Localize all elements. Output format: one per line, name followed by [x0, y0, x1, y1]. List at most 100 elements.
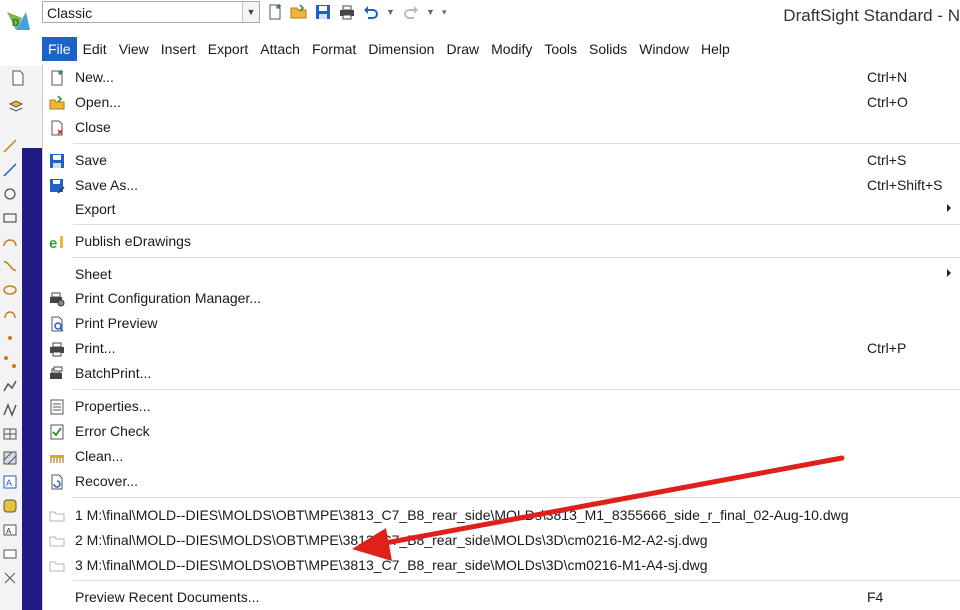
menu-dimension[interactable]: Dimension	[362, 37, 440, 61]
menu-modify[interactable]: Modify	[485, 37, 538, 61]
shortcut-label: Ctrl+S	[867, 152, 907, 168]
menu-item-batch-print[interactable]: BatchPrint...	[43, 362, 960, 386]
menu-item-sheet[interactable]: Sheet	[43, 263, 960, 287]
menu-item-export[interactable]: Export	[43, 198, 960, 222]
menu-separator	[73, 389, 960, 390]
table-icon[interactable]	[2, 426, 18, 442]
recent-file-label: 1 M:\final\MOLD--DIES\MOLDS\OBT\MPE\3813…	[75, 507, 849, 523]
image-icon[interactable]	[2, 570, 18, 586]
block-icon[interactable]: A	[2, 522, 18, 538]
menu-item-properties[interactable]: Properties...	[43, 395, 960, 419]
shortcut-label: Ctrl+Shift+S	[867, 177, 943, 193]
note-icon[interactable]: A	[2, 474, 18, 490]
ellipse-icon[interactable]	[2, 282, 18, 298]
workspace-select[interactable]: Classic ▼	[42, 1, 260, 23]
menu-item-print[interactable]: Print... Ctrl+P	[43, 337, 960, 361]
menu-item-label: Publish eDrawings	[75, 233, 191, 249]
close-file-icon	[51, 120, 63, 136]
menu-file[interactable]: File	[42, 37, 77, 61]
menu-bar: File Edit View Insert Export Attach Form…	[42, 37, 736, 61]
menu-item-save[interactable]: Save Ctrl+S	[43, 149, 960, 173]
menu-item-label: Export	[75, 201, 116, 217]
spline-icon[interactable]	[2, 258, 18, 274]
menu-item-label: Save As...	[75, 177, 139, 193]
hatch-fill-icon[interactable]	[2, 450, 18, 466]
print-preview-icon	[51, 316, 64, 332]
menu-item-error-check[interactable]: Error Check	[43, 420, 960, 444]
freehand-icon[interactable]	[2, 378, 18, 394]
menu-item-label: Print Configuration Manager...	[75, 290, 261, 306]
undo-dropdown-icon[interactable]: ▼	[386, 7, 396, 17]
open-folder-icon[interactable]	[290, 3, 308, 21]
quick-access-toolbar: ▼ ▼ ▾	[266, 3, 452, 21]
redo-icon[interactable]	[402, 3, 420, 21]
new-file-icon[interactable]	[266, 3, 284, 21]
layer-icon[interactable]	[8, 98, 24, 114]
shortcut-label: Ctrl+O	[867, 94, 908, 110]
menu-insert[interactable]: Insert	[155, 37, 202, 61]
menu-item-close[interactable]: Close	[43, 116, 960, 140]
menu-edit[interactable]: Edit	[77, 37, 113, 61]
save-icon[interactable]	[314, 3, 332, 21]
draftsight-logo-icon[interactable]: D	[4, 8, 34, 34]
new-file-icon[interactable]	[10, 70, 26, 86]
recent-file-label: 2 M:\final\MOLD--DIES\MOLDS\OBT\MPE\3813…	[75, 532, 708, 548]
redo-dropdown-icon[interactable]: ▼	[426, 7, 436, 17]
menu-tools[interactable]: Tools	[538, 37, 583, 61]
print-config-icon	[50, 292, 65, 307]
recent-file-item[interactable]: 1 M:\final\MOLD--DIES\MOLDS\OBT\MPE\3813…	[43, 504, 960, 528]
menu-item-label: Close	[75, 119, 111, 135]
menu-item-new[interactable]: New... Ctrl+N	[43, 66, 960, 90]
menu-item-save-as[interactable]: Save As... Ctrl+Shift+S	[43, 174, 960, 198]
ellipse-arc-icon[interactable]	[2, 306, 18, 322]
print-icon[interactable]	[338, 3, 356, 21]
menu-format[interactable]: Format	[306, 37, 362, 61]
menu-item-label: BatchPrint...	[75, 365, 152, 381]
recent-file-item[interactable]: 3 M:\final\MOLD--DIES\MOLDS\OBT\MPE\3813…	[43, 554, 960, 578]
polyline-icon[interactable]	[2, 162, 18, 178]
menu-item-open[interactable]: Open... Ctrl+O	[43, 91, 960, 115]
menu-item-label: Sheet	[75, 266, 112, 282]
menu-item-label: Clean...	[75, 448, 124, 464]
new-file-icon	[51, 70, 63, 86]
menu-item-publish-edrawings[interactable]: e Publish eDrawings	[43, 230, 960, 254]
menu-separator	[73, 580, 960, 581]
menu-view[interactable]: View	[113, 37, 155, 61]
menu-item-label: Save	[75, 152, 107, 168]
menu-draw[interactable]: Draw	[440, 37, 485, 61]
customize-toolbar-icon[interactable]: ▾	[442, 7, 452, 18]
menu-item-print-preview[interactable]: Print Preview	[43, 312, 960, 336]
folder-icon	[49, 561, 65, 572]
menu-item-print-configuration[interactable]: Print Configuration Manager...	[43, 287, 960, 311]
menu-item-label: Preview Recent Documents...	[75, 589, 260, 605]
menu-item-recover[interactable]: Recover...	[43, 470, 960, 494]
recent-file-item[interactable]: 2 M:\final\MOLD--DIES\MOLDS\OBT\MPE\3813…	[43, 529, 960, 553]
menu-separator	[73, 143, 960, 144]
circle-icon[interactable]	[2, 186, 18, 202]
menu-window[interactable]: Window	[633, 37, 695, 61]
menu-separator	[73, 224, 960, 225]
menu-help[interactable]: Help	[695, 37, 736, 61]
svg-text:D: D	[12, 18, 19, 29]
menu-item-clean[interactable]: Clean...	[43, 445, 960, 469]
point-icon[interactable]	[2, 330, 18, 346]
arc-icon[interactable]	[2, 234, 18, 250]
menu-solids[interactable]: Solids	[583, 37, 633, 61]
undo-icon[interactable]	[362, 3, 380, 21]
drawing-canvas[interactable]	[22, 148, 44, 610]
menu-export[interactable]: Export	[202, 37, 254, 61]
smart-line-icon[interactable]	[2, 402, 18, 418]
menu-attach[interactable]: Attach	[254, 37, 306, 61]
rectangle-icon[interactable]	[2, 210, 18, 226]
save-as-icon	[50, 179, 65, 194]
folder-icon	[49, 536, 65, 547]
menu-item-label: Properties...	[75, 398, 151, 414]
attribute-icon[interactable]	[2, 546, 18, 562]
region-icon[interactable]	[2, 498, 18, 514]
menu-item-preview-recent[interactable]: Preview Recent Documents... F4	[43, 586, 960, 610]
chevron-down-icon[interactable]: ▼	[242, 2, 259, 22]
print-icon	[50, 342, 64, 357]
line-icon[interactable]	[2, 138, 18, 154]
hatch-icon[interactable]	[2, 354, 18, 370]
shortcut-label: Ctrl+P	[867, 340, 907, 356]
